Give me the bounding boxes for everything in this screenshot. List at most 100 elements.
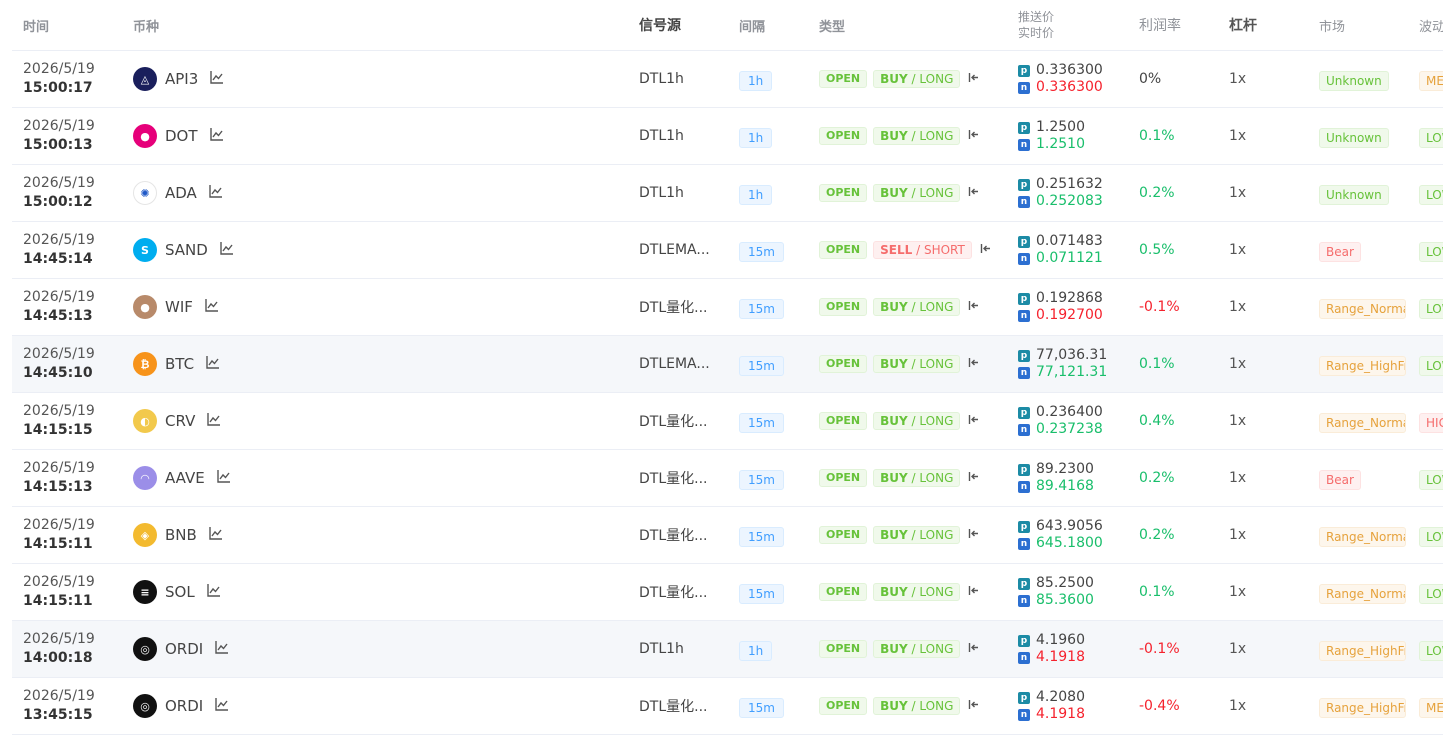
coin-symbol[interactable]: CRV xyxy=(165,412,195,430)
chart-icon[interactable] xyxy=(215,640,229,658)
signal-time: 14:45:10 xyxy=(23,365,93,381)
interval-tag: 15m xyxy=(739,584,784,604)
signal-date: 2026/5/19 xyxy=(23,688,95,704)
chart-icon[interactable] xyxy=(205,298,219,316)
coin-symbol[interactable]: ORDI xyxy=(165,697,203,715)
chart-icon[interactable] xyxy=(207,412,221,430)
direction-action: BUY xyxy=(880,72,908,86)
signal-date: 2026/5/19 xyxy=(23,403,95,419)
status-badge: OPEN xyxy=(819,469,868,487)
chart-icon[interactable] xyxy=(209,184,223,202)
coin-symbol[interactable]: DOT xyxy=(165,127,198,145)
market-tag: Range_HighFreq xyxy=(1319,356,1406,376)
coin-symbol[interactable]: BNB xyxy=(165,526,197,544)
live-price-badge: n xyxy=(1018,594,1030,607)
interval-tag: 15m xyxy=(739,470,784,490)
status-badge: OPEN xyxy=(819,412,868,430)
chart-icon[interactable] xyxy=(210,70,224,88)
profit-rate: 0.1% xyxy=(1139,128,1175,144)
chart-icon[interactable] xyxy=(215,697,229,715)
close-position-icon[interactable] xyxy=(968,71,979,87)
table-row[interactable]: 2026/5/19 14:45:14 S SAND DTLEMA... 15m OPEN SE… xyxy=(12,222,1443,279)
push-price-line: p 4.1960 xyxy=(1018,632,1085,649)
coin-symbol[interactable]: SAND xyxy=(165,241,208,259)
close-position-icon[interactable] xyxy=(980,242,991,258)
signal-time: 15:00:17 xyxy=(23,80,93,96)
close-position-icon[interactable] xyxy=(968,470,979,486)
status-badge: OPEN xyxy=(819,127,868,145)
close-position-icon[interactable] xyxy=(968,584,979,600)
chart-icon[interactable] xyxy=(209,127,224,145)
live-price-badge: n xyxy=(1018,423,1030,436)
coin-symbol[interactable]: SOL xyxy=(165,583,195,601)
header-volatility[interactable]: 波动 xyxy=(1419,0,1443,50)
time-cell: 2026/5/19 14:45:13 xyxy=(23,279,95,335)
table-row[interactable]: 2026/5/19 14:15:11 ≡ SOL DTL量化... 15m OPEN BUY … xyxy=(12,564,1443,621)
live-price-badge: n xyxy=(1018,309,1030,322)
status-badge: OPEN xyxy=(819,640,868,658)
table-row[interactable]: 2026/5/19 14:15:15 ◐ CRV DTL量化... 15m OPEN BUY … xyxy=(12,393,1443,450)
interval-cell: 15m xyxy=(739,450,784,506)
coin-symbol[interactable]: ORDI xyxy=(165,640,203,658)
close-position-icon[interactable] xyxy=(968,299,979,315)
interval-cell: 1h xyxy=(739,621,773,677)
table-row[interactable]: 2026/5/19 14:45:10 ₿ BTC DTLEMA... 15m OPEN BUY… xyxy=(12,336,1443,393)
chart-icon[interactable] xyxy=(217,469,231,487)
close-position-icon[interactable] xyxy=(968,356,979,372)
volatility-tag: LOW xyxy=(1419,527,1443,547)
header-interval[interactable]: 间隔 xyxy=(739,0,765,50)
bnb-icon: ◈ xyxy=(133,523,157,547)
table-row[interactable]: 2026/5/19 15:00:13 ● DOT DTL1h 1h OPEN BUY / LO… xyxy=(12,108,1443,165)
leverage: 1x xyxy=(1229,242,1247,258)
header-time[interactable]: 时间 xyxy=(23,0,49,50)
header-live-price: 实时价 xyxy=(1018,26,1055,40)
header-market[interactable]: 市场 xyxy=(1319,0,1345,50)
close-position-icon[interactable] xyxy=(968,413,979,429)
direction-action: BUY xyxy=(880,528,908,542)
table-row[interactable]: 2026/5/19 13:45:15 ◎ ORDI DTL量化... 15m OPEN BUY… xyxy=(12,678,1443,735)
close-position-icon[interactable] xyxy=(968,527,979,543)
signal-time: 15:00:12 xyxy=(23,194,93,210)
push-price: 0.236400 xyxy=(1036,404,1103,420)
table-row[interactable]: 2026/5/19 14:45:13 ● WIF DTL量化... 15m OPEN BUY … xyxy=(12,279,1443,336)
header-coin[interactable]: 币种 xyxy=(133,0,159,50)
chart-icon[interactable] xyxy=(206,355,220,373)
close-position-icon[interactable] xyxy=(968,185,979,201)
header-leverage[interactable]: 杠杆 xyxy=(1229,0,1257,50)
chart-icon[interactable] xyxy=(220,241,234,259)
header-price[interactable]: 推送价 实时价 xyxy=(1018,0,1054,50)
live-price-line: n 85.3600 xyxy=(1018,592,1094,609)
market-tag: Range_Normal xyxy=(1319,413,1406,433)
type-cell: OPEN BUY / LONG xyxy=(819,564,979,620)
signal-source: DTL量化... xyxy=(639,528,708,544)
table-body: 2026/5/19 15:00:17 ◬ API3 DTL1h 1h OPEN BUY / L… xyxy=(12,51,1443,735)
coin-cell: ≡ SOL xyxy=(133,564,221,620)
coin-symbol[interactable]: ADA xyxy=(165,184,197,202)
close-position-icon[interactable] xyxy=(968,641,979,657)
profit-rate: 0.1% xyxy=(1139,356,1175,372)
direction-tag: BUY / LONG xyxy=(873,526,961,544)
chart-icon[interactable] xyxy=(209,526,223,544)
table-row[interactable]: 2026/5/19 14:15:11 ◈ BNB DTL量化... 15m OPEN BUY … xyxy=(12,507,1443,564)
coin-symbol[interactable]: AAVE xyxy=(165,469,205,487)
coin-symbol[interactable]: API3 xyxy=(165,70,198,88)
table-row[interactable]: 2026/5/19 14:00:18 ◎ ORDI DTL1h 1h OPEN BUY / L… xyxy=(12,621,1443,678)
table-row[interactable]: 2026/5/19 15:00:17 ◬ API3 DTL1h 1h OPEN BUY / L… xyxy=(12,51,1443,108)
header-profit[interactable]: 利润率 xyxy=(1139,0,1181,50)
close-position-icon[interactable] xyxy=(968,698,979,714)
volatility-tag: MEDIUM xyxy=(1419,71,1443,91)
header-type[interactable]: 类型 xyxy=(819,0,845,50)
volatility-cell: LOW xyxy=(1419,336,1443,392)
coin-symbol[interactable]: WIF xyxy=(165,298,193,316)
interval-tag: 1h xyxy=(739,128,773,148)
price-cell: p 4.1960 n 4.1918 xyxy=(1018,621,1085,677)
header-source[interactable]: 信号源 xyxy=(639,0,681,50)
time-cell: 2026/5/19 13:45:15 xyxy=(23,678,95,734)
close-position-icon[interactable] xyxy=(968,128,979,144)
table-row[interactable]: 2026/5/19 15:00:12 ✺ ADA DTL1h 1h OPEN BUY / LO… xyxy=(12,165,1443,222)
interval-cell: 1h xyxy=(739,165,773,221)
coin-symbol[interactable]: BTC xyxy=(165,355,194,373)
interval-tag: 1h xyxy=(739,641,773,661)
table-row[interactable]: 2026/5/19 14:15:13 ◠ AAVE DTL量化... 15m OPEN BUY… xyxy=(12,450,1443,507)
chart-icon[interactable] xyxy=(206,583,221,601)
